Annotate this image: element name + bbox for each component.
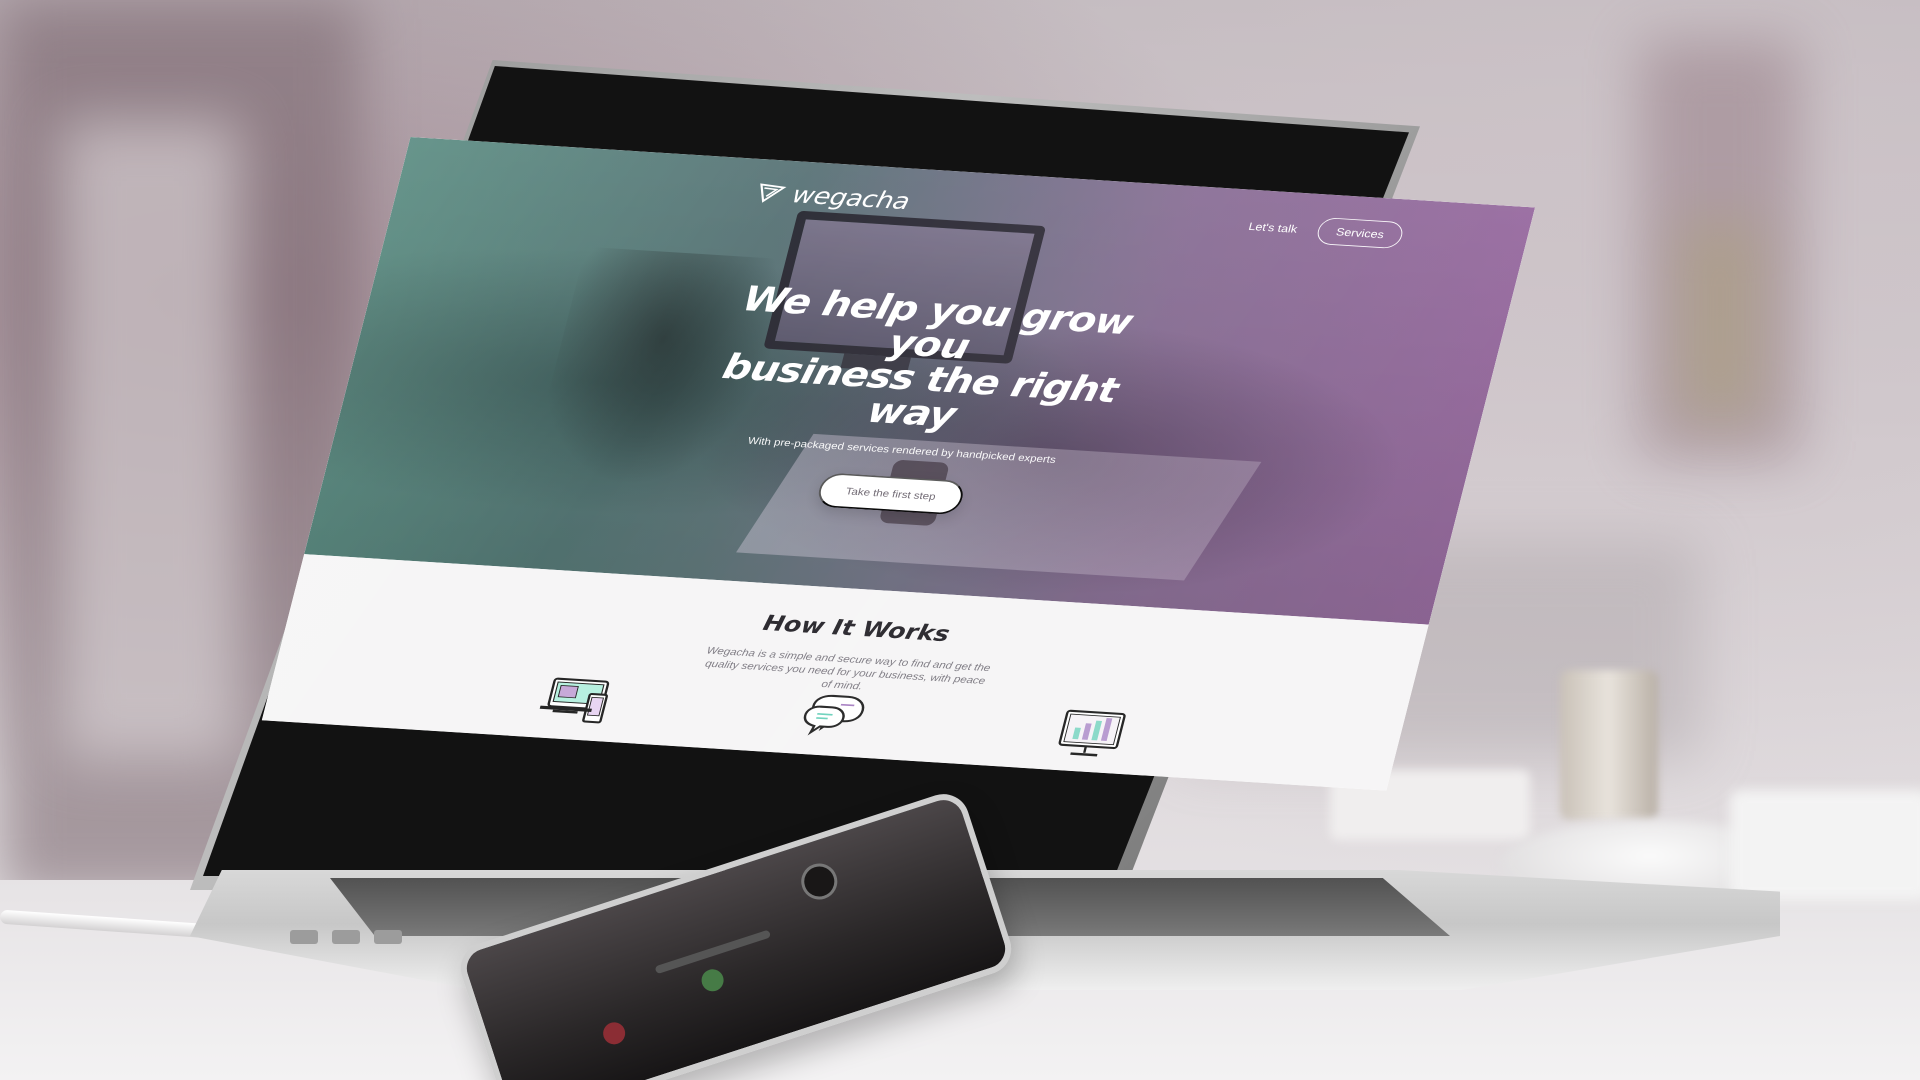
hero-section: wegacha Let's talk Services We help you …: [304, 137, 1536, 625]
background-blur-yellow: [1680, 220, 1760, 420]
photo-scene: wegacha Let's talk Services We help you …: [0, 0, 1920, 1080]
triangle-logo-icon: [760, 183, 787, 203]
usb-port-2: [332, 930, 360, 944]
devices-icon: [539, 677, 610, 724]
background-blur-white: [60, 120, 240, 760]
phone-camera: [796, 858, 842, 905]
keyboard-blur: [1730, 790, 1920, 900]
usb-port-3: [374, 930, 402, 944]
laptop-ports: [290, 930, 470, 954]
hero-copy: We help you grow you business the right …: [667, 278, 1161, 525]
laptop-screen: wegacha Let's talk Services We help you …: [261, 137, 1536, 791]
hero-headline: We help you grow you business the right …: [688, 278, 1161, 444]
lets-talk-link[interactable]: Let's talk: [1247, 220, 1299, 235]
feature-communication: [773, 683, 894, 754]
usb-port-1: [290, 930, 318, 944]
phone-speaker: [654, 929, 772, 975]
analytics-screen-icon: [1058, 709, 1126, 757]
mug: [1560, 670, 1658, 820]
chat-bubbles-icon: [803, 694, 865, 736]
feature-analytics: [1030, 699, 1151, 770]
feature-devices: [515, 667, 636, 738]
phone-red-button: [600, 1019, 629, 1048]
phone-green-button: [698, 966, 727, 995]
services-button[interactable]: Services: [1314, 217, 1406, 250]
